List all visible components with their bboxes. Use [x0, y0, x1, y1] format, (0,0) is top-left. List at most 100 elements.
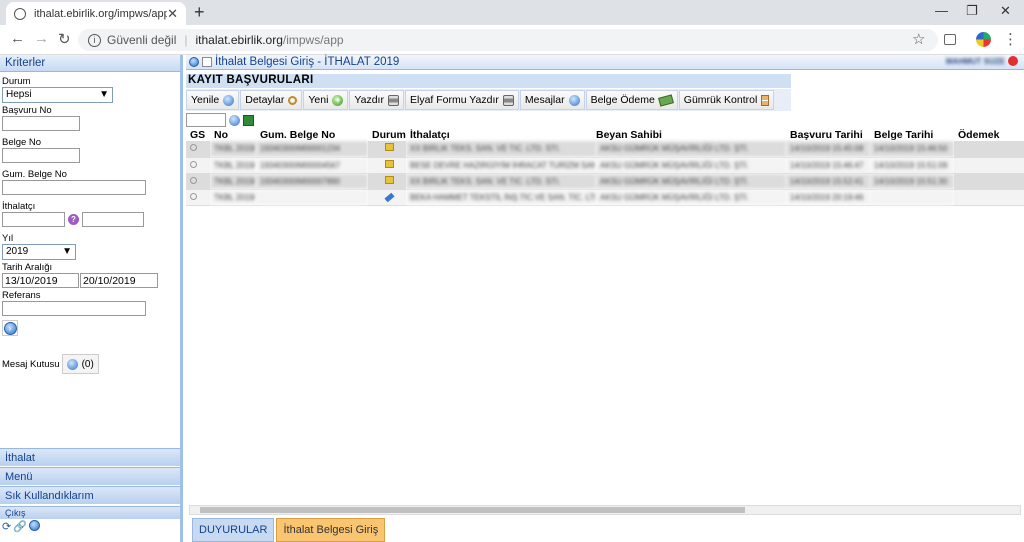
table-row[interactable]: TKBL 2019/01 19340300IM00001234 XX BIRLI…	[186, 141, 1024, 158]
cell-gum: 19340300IM00001234	[256, 141, 368, 158]
forward-icon[interactable]: →	[34, 30, 49, 47]
table-row[interactable]: TKBL 2019/04 BEKA HAMMET TEKSTİL İNŞ.TİC…	[186, 189, 1024, 206]
profile-avatar[interactable]	[976, 32, 991, 47]
url-path: /impws/app	[282, 33, 344, 47]
user-area: MAHMUT SÜZE	[946, 56, 1018, 66]
quick-filter-input[interactable]	[186, 113, 226, 127]
row-radio[interactable]	[190, 144, 197, 152]
info-icon[interactable]: i	[88, 33, 101, 47]
message-box-row: Mesaj Kutusu (0)	[2, 354, 178, 374]
table-row[interactable]: TKBL 2019/02 19340300IM00004567 BESE DEV…	[186, 157, 1024, 174]
cell-ithalatci: XX BIRLIK TEKS. SAN. VE TIC. LTD. STI.	[406, 141, 596, 158]
customs-control-button[interactable]: Gümrük Kontrol	[678, 90, 775, 110]
yil-select[interactable]: 2019 ▼	[2, 244, 76, 260]
bookmark-star-icon[interactable]: ☆	[912, 30, 925, 48]
minimize-icon[interactable]: —	[935, 3, 948, 18]
menu-kebab-icon[interactable]: ⋮	[1003, 30, 1018, 48]
durum-select[interactable]: Hepsi ▼	[2, 87, 113, 103]
ithalatci-label: İthalatçı	[2, 201, 36, 212]
details-button[interactable]: Detaylar	[240, 90, 303, 110]
messages-button[interactable]: Mesajlar	[519, 90, 585, 110]
scrollbar-thumb[interactable]	[200, 507, 745, 513]
cell-belge-tarihi: 14/10/2019 15:51:30	[870, 173, 954, 190]
refresh-button[interactable]: Yenile	[186, 90, 240, 110]
tab-duyurular[interactable]: DUYURULAR	[192, 518, 275, 542]
referans-input[interactable]	[2, 301, 146, 316]
gum-belge-no-input[interactable]	[2, 180, 146, 195]
accordion-exit[interactable]: Çıkış	[0, 506, 180, 519]
refresh-icon[interactable]: ⟳	[2, 520, 11, 533]
column-header[interactable]: Başvuru Tarihi	[786, 128, 870, 141]
cell-no: TKBL 2019/03	[210, 173, 256, 190]
add-icon: +	[332, 94, 344, 106]
new-tab-icon[interactable]: +	[194, 2, 205, 23]
criteria-form: Durum Hepsi ▼ Başvuru No Belge No Gum. Be…	[0, 72, 180, 376]
message-box-button[interactable]: (0)	[61, 354, 99, 374]
refresh-icon	[223, 94, 235, 106]
row-radio[interactable]	[190, 192, 197, 200]
toolbar: Yenile Detaylar Yeni + Yazdır Elyaf Formu…	[186, 89, 791, 111]
cell-odemek	[954, 141, 1024, 158]
cell-belge-tarihi: 14/10/2019 15:46:50	[870, 141, 954, 158]
column-header[interactable]: Durum	[368, 128, 406, 141]
address-bar: ← → ↻ i Güvenli değil | ithalat.ebirlik.…	[0, 25, 1024, 55]
accordion-ithalat[interactable]: İthalat	[0, 448, 180, 466]
refresh-icon[interactable]	[229, 114, 240, 126]
column-header[interactable]: No	[210, 128, 256, 141]
column-header[interactable]: Gum. Belge No	[256, 128, 368, 141]
column-header[interactable]: GS	[186, 128, 210, 141]
message-icon	[66, 358, 78, 370]
browser-tab-title: ithalat.ebirlik.org/impws/app	[34, 7, 168, 20]
close-icon[interactable]: ✕	[167, 6, 178, 22]
belge-no-input[interactable]	[2, 148, 80, 163]
basvuru-no-label: Başvuru No	[2, 105, 52, 116]
cell-basvuru-tarihi: 14/10/2019 15:52:41	[786, 173, 870, 190]
cast-icon[interactable]	[944, 34, 956, 45]
cell-gum: 19340300IM00004567	[256, 157, 368, 174]
accordion-menu[interactable]: Menü	[0, 467, 180, 485]
column-header[interactable]: Ödemek	[954, 128, 1024, 141]
reload-icon[interactable]: ↻	[58, 30, 71, 48]
accordion-favorites[interactable]: Sık Kullandıklarım	[0, 486, 180, 504]
cell-no: TKBL 2019/01	[210, 141, 256, 158]
table-row[interactable]: TKBL 2019/03 19340300IM00007890 XX BIRLI…	[186, 173, 1024, 190]
tarih-araligi-label: Tarih Aralığı	[2, 262, 53, 273]
column-header[interactable]: Beyan Sahibi	[596, 128, 786, 141]
globe-icon[interactable]	[28, 520, 40, 531]
payment-button-label: Belge Ödeme	[590, 94, 655, 106]
browser-tab[interactable]: ithalat.ebirlik.org/impws/app ✕	[6, 2, 186, 25]
back-icon[interactable]: ←	[10, 30, 25, 47]
link-icon[interactable]: 🔗	[13, 520, 27, 533]
fiber-form-print-button[interactable]: Elyaf Formu Yazdır	[404, 90, 519, 110]
window-close-icon[interactable]: ✕	[1000, 3, 1011, 19]
logout-icon[interactable]	[1008, 56, 1018, 66]
basvuru-no-input[interactable]	[2, 116, 80, 131]
help-icon[interactable]: ?	[68, 214, 79, 225]
applications-table: GS No Gum. Belge No Durum İthalatçı Beya…	[186, 128, 1024, 206]
payment-button[interactable]: Belge Ödeme	[585, 90, 678, 110]
restore-icon[interactable]: ❐	[966, 3, 978, 19]
message-count: (0)	[81, 358, 94, 370]
horizontal-scrollbar[interactable]	[189, 505, 1021, 515]
excel-export-icon[interactable]	[243, 114, 254, 126]
start-date-input[interactable]: 13/10/2019	[2, 273, 79, 288]
column-header[interactable]: İthalatçı	[406, 128, 596, 141]
sidebar-footer: ⟳ 🔗	[2, 520, 40, 533]
url-field[interactable]: i Güvenli değil | ithalat.ebirlik.org/im…	[78, 29, 938, 51]
new-button-label: Yeni	[308, 94, 329, 106]
print-button[interactable]: Yazdır	[349, 90, 404, 110]
new-button[interactable]: Yeni +	[303, 90, 349, 110]
search-submit-button[interactable]: ›	[2, 320, 18, 336]
column-header[interactable]: Belge Tarihi	[870, 128, 954, 141]
ithalatci-name-input[interactable]	[82, 212, 144, 227]
back-icon[interactable]	[189, 57, 199, 67]
section-title: KAYIT BAŞVURULARI	[186, 74, 791, 88]
search-icon	[288, 95, 298, 105]
cell-ithalatci: XX BIRLIK TEKS. SAN. VE TIC. LTD. STI.	[406, 173, 596, 190]
cell-beyan: AKSU GÜMRÜK MÜŞAVİRLİĞİ LTD. ŞTİ.	[596, 189, 786, 206]
end-date-input[interactable]: 20/10/2019	[80, 273, 158, 288]
row-radio[interactable]	[190, 160, 197, 168]
tab-ithalat-belgesi-giris[interactable]: İthalat Belgesi Giriş	[276, 518, 386, 542]
ithalatci-code-input[interactable]	[2, 212, 65, 227]
row-radio[interactable]	[190, 176, 197, 184]
